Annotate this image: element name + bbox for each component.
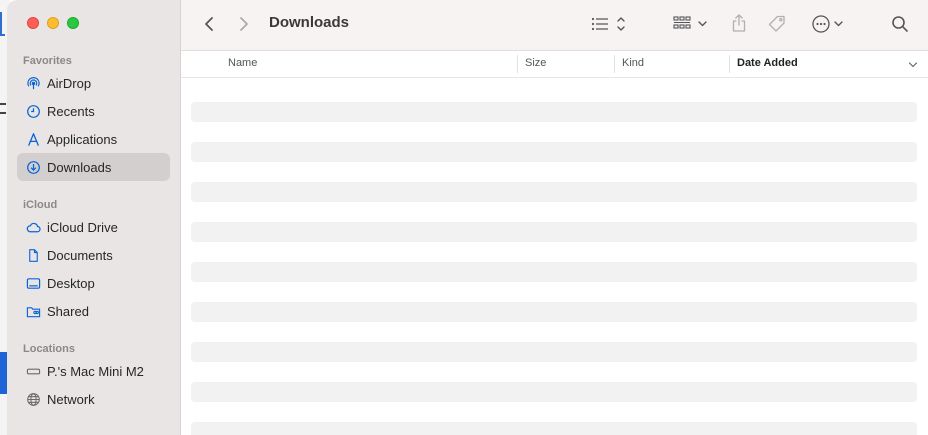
sidebar-item-label: Downloads (47, 159, 112, 175)
sidebar-item-label: Applications (47, 131, 118, 147)
sidebar-item-applications[interactable]: Applications (17, 125, 170, 153)
column-header-kind[interactable]: Kind (622, 57, 644, 69)
airdrop-icon (25, 75, 41, 91)
loading-row-placeholder (191, 222, 917, 242)
share-icon (732, 14, 746, 32)
loading-row-placeholder (191, 262, 917, 282)
column-divider[interactable] (517, 55, 518, 73)
search-icon (892, 16, 908, 32)
back-button[interactable] (199, 14, 219, 34)
sidebar-item-documents[interactable]: Documents (17, 241, 170, 269)
download-icon (25, 159, 41, 175)
sidebar-item-label: iCloud Drive (47, 219, 118, 235)
loading-row-placeholder (191, 382, 917, 402)
shared-folder-icon (25, 303, 41, 319)
view-options-button[interactable] (589, 13, 629, 35)
sidebar-item-label: Documents (47, 247, 113, 263)
close-window-button[interactable] (27, 17, 39, 29)
clock-icon (25, 103, 41, 119)
finder-main-pane: Downloads Name Size Kind Date Added (181, 0, 928, 435)
sidebar-item-recents[interactable]: Recents (17, 97, 170, 125)
globe-icon (25, 391, 41, 407)
column-header-size[interactable]: Size (525, 57, 546, 69)
loading-row-placeholder (191, 342, 917, 362)
sidebar-item-label: Desktop (47, 275, 95, 291)
loading-row-placeholder (191, 302, 917, 322)
list-view-icon (591, 17, 625, 31)
column-divider[interactable] (614, 55, 615, 73)
column-divider[interactable] (729, 55, 730, 73)
sidebar-item-label: Shared (47, 303, 89, 319)
background-window-fragment (0, 112, 6, 114)
toolbar: Downloads (181, 0, 928, 51)
sidebar-item-downloads[interactable]: Downloads (17, 153, 170, 181)
finder-sidebar: Favorites AirDrop Recents Applications D… (7, 0, 181, 435)
zoom-window-button[interactable] (67, 17, 79, 29)
column-header-name[interactable]: Name (228, 57, 257, 69)
sidebar-item-label: Recents (47, 103, 95, 119)
sidebar-item-label: Network (47, 391, 95, 407)
minimize-window-button[interactable] (47, 17, 59, 29)
background-window-fragment (0, 103, 6, 105)
cloud-icon (25, 219, 41, 235)
sidebar-section-icloud: iCloud (23, 199, 58, 211)
sidebar-item-label: P.'s Mac Mini M2 (47, 363, 144, 379)
loading-row-placeholder (191, 102, 917, 122)
window-controls (27, 17, 79, 29)
grid-group-icon (673, 16, 707, 29)
tag-button[interactable] (766, 12, 788, 36)
sidebar-item-icloud-drive[interactable]: iCloud Drive (17, 213, 170, 241)
tag-icon (768, 15, 785, 32)
loading-row-placeholder (191, 142, 917, 162)
column-header-date-added[interactable]: Date Added (737, 57, 798, 69)
sidebar-item-mac-mini[interactable]: P.'s Mac Mini M2 (17, 357, 170, 385)
computer-icon (25, 363, 41, 379)
window-title: Downloads (269, 14, 350, 31)
column-header-bar: Name Size Kind Date Added (181, 51, 928, 78)
chevron-left-icon (205, 17, 213, 31)
search-button[interactable] (889, 13, 911, 35)
sidebar-item-shared[interactable]: Shared (17, 297, 170, 325)
background-window-fragment (0, 12, 5, 36)
desktop-icon (25, 275, 41, 291)
forward-button[interactable] (234, 14, 254, 34)
sidebar-item-desktop[interactable]: Desktop (17, 269, 170, 297)
sidebar-item-network[interactable]: Network (17, 385, 170, 413)
loading-row-placeholder (191, 422, 917, 435)
chevron-right-icon (240, 17, 248, 31)
sort-chevron-down-icon[interactable] (908, 61, 918, 69)
applications-icon (25, 131, 41, 147)
ellipsis-circle-icon (812, 15, 843, 33)
loading-row-placeholder (191, 182, 917, 202)
document-icon (25, 247, 41, 263)
sidebar-section-favorites: Favorites (23, 55, 72, 67)
sidebar-item-label: AirDrop (47, 75, 92, 91)
group-by-button[interactable] (673, 13, 711, 35)
share-button[interactable] (729, 11, 749, 35)
sidebar-item-airdrop[interactable]: AirDrop (17, 69, 170, 97)
action-menu-button[interactable] (811, 13, 847, 35)
sidebar-section-locations: Locations (23, 343, 75, 355)
